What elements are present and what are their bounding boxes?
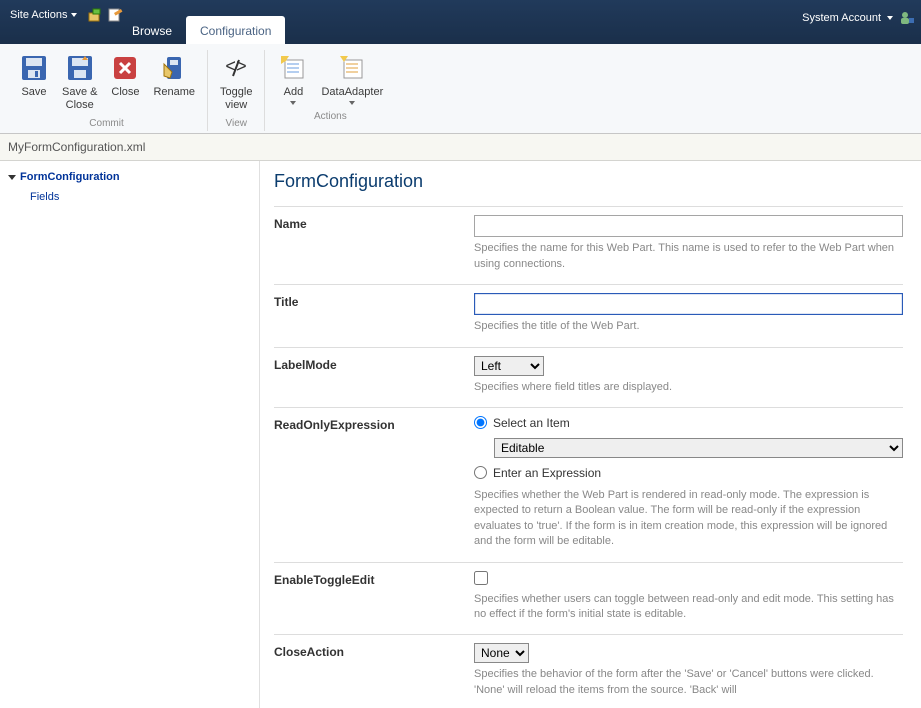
user-icon[interactable] [899, 10, 915, 26]
help-text: Specifies where field titles are display… [474, 380, 903, 395]
save-close-icon [64, 52, 96, 84]
field-closeaction: CloseAction None Specifies the behavior … [274, 634, 903, 698]
field-label: Title [274, 293, 474, 334]
close-icon [109, 52, 141, 84]
content: FormConfiguration Name Specifies the nam… [260, 161, 921, 708]
field-label: ReadOnlyExpression [274, 416, 474, 550]
page-title: FormConfiguration [274, 171, 903, 192]
code-icon: <> [220, 52, 252, 84]
name-input[interactable] [474, 215, 903, 237]
site-actions-label: Site Actions [10, 9, 67, 21]
tree-child-fields[interactable]: Fields [30, 191, 251, 203]
save-close-button[interactable]: Save & Close [58, 50, 101, 114]
tree-root-formconfiguration[interactable]: FormConfiguration [8, 171, 251, 183]
ribbon-group-actions: Add DataAdapter Actions [265, 50, 395, 131]
add-icon [277, 52, 309, 84]
chevron-down-icon [349, 101, 355, 105]
top-bar: Site Actions Browse Configuration System… [0, 0, 921, 44]
radio-select-item[interactable] [474, 416, 487, 429]
field-label: CloseAction [274, 643, 474, 698]
field-enabletoggleedit: EnableToggleEdit Specifies whether users… [274, 562, 903, 635]
data-adapter-button[interactable]: DataAdapter [317, 50, 387, 107]
chevron-down-icon [290, 101, 296, 105]
site-actions-button[interactable]: Site Actions [4, 6, 83, 24]
field-label: LabelMode [274, 356, 474, 395]
expand-icon [8, 175, 16, 180]
ribbon-group-commit: Save Save & Close Close Rename Commit [6, 50, 208, 131]
field-name: Name Specifies the name for this Web Par… [274, 206, 903, 284]
chevron-down-icon [887, 16, 893, 20]
ribbon-group-label: Commit [89, 118, 123, 131]
breadcrumb-file: MyFormConfiguration.xml [8, 140, 145, 154]
ribbon-group-view: <> Toggle view View [208, 50, 265, 131]
rename-button[interactable]: Rename [149, 50, 199, 114]
data-adapter-icon [336, 52, 368, 84]
labelmode-select[interactable]: Left [474, 356, 544, 376]
enabletoggle-checkbox[interactable] [474, 571, 488, 585]
ribbon: Save Save & Close Close Rename Commit <>… [0, 44, 921, 134]
help-text: Specifies the title of the Web Part. [474, 319, 903, 334]
radio-enter-expression[interactable] [474, 466, 487, 479]
field-label: Name [274, 215, 474, 272]
field-label: EnableToggleEdit [274, 571, 474, 623]
help-text: Specifies whether the Web Part is render… [474, 488, 903, 550]
close-button[interactable]: Close [105, 50, 145, 114]
title-input[interactable] [474, 293, 903, 315]
breadcrumb: MyFormConfiguration.xml [0, 134, 921, 161]
closeaction-select[interactable]: None [474, 643, 529, 663]
radio-label: Enter an Expression [493, 466, 601, 480]
field-labelmode: LabelMode Left Specifies where field tit… [274, 347, 903, 407]
ribbon-group-label: View [226, 118, 248, 131]
ribbon-group-label: Actions [314, 111, 347, 124]
chevron-down-icon [71, 13, 77, 17]
readonly-item-select[interactable]: Editable [494, 438, 903, 458]
toggle-view-button[interactable]: <> Toggle view [216, 50, 256, 114]
nav-up-icon[interactable] [87, 7, 103, 23]
rename-icon [158, 52, 190, 84]
save-button[interactable]: Save [14, 50, 54, 114]
tab-configuration[interactable]: Configuration [186, 16, 285, 44]
account-label[interactable]: System Account [802, 12, 881, 24]
save-icon [18, 52, 50, 84]
field-readonlyexpression: ReadOnlyExpression Select an Item Editab… [274, 407, 903, 562]
tree-root-label: FormConfiguration [20, 171, 120, 183]
sidebar: FormConfiguration Fields [0, 161, 260, 708]
help-text: Specifies the behavior of the form after… [474, 667, 903, 698]
help-text: Specifies whether users can toggle betwe… [474, 592, 903, 623]
help-text: Specifies the name for this Web Part. Th… [474, 241, 903, 272]
tab-browse[interactable]: Browse [118, 16, 186, 44]
field-title: Title Specifies the title of the Web Par… [274, 284, 903, 346]
add-button[interactable]: Add [273, 50, 313, 107]
radio-label: Select an Item [493, 416, 570, 430]
